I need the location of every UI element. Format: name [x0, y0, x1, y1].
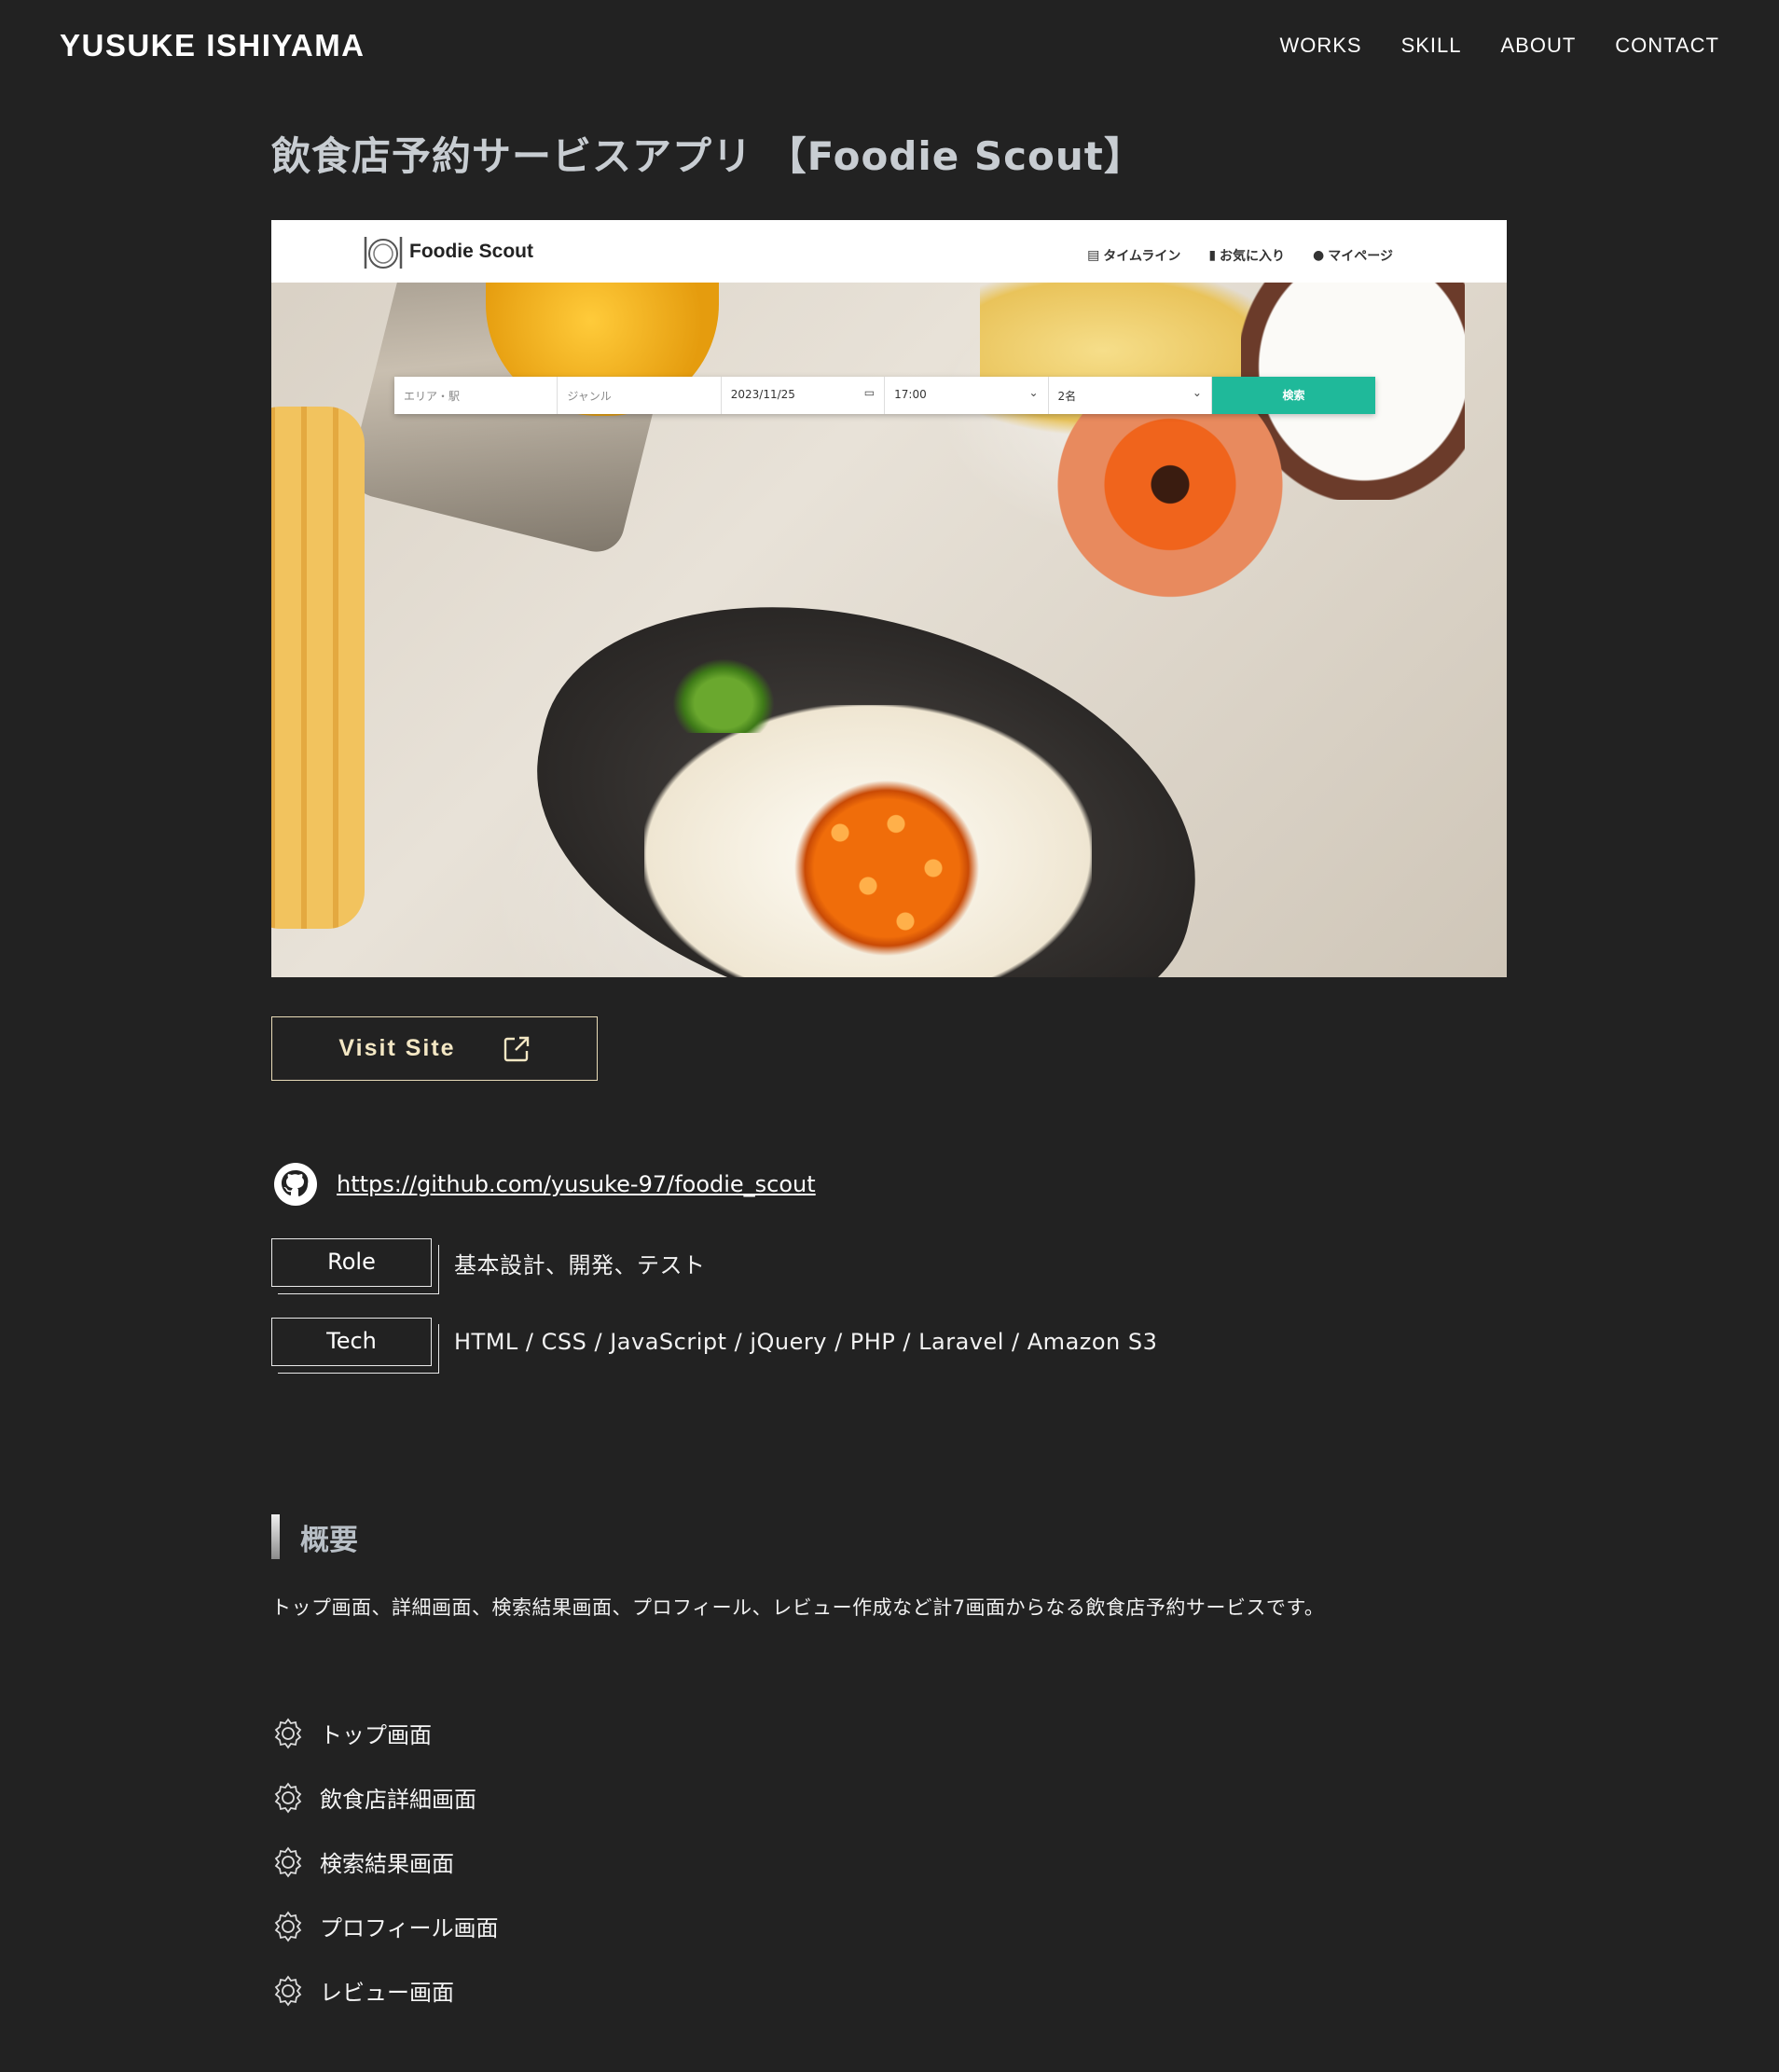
gear-icon	[274, 1975, 302, 2006]
foodie-scout-logo: Foodie Scout	[361, 233, 533, 270]
gear-icon	[274, 1782, 302, 1813]
feature-label: トップ画面	[320, 1722, 432, 1748]
salmon-roll	[1036, 388, 1316, 602]
role-row: Role 基本設計、開発、テスト	[271, 1238, 706, 1294]
tech-row: Tech HTML / CSS / JavaScript / jQuery / …	[271, 1318, 1158, 1374]
tech-value: HTML / CSS / JavaScript / jQuery / PHP /…	[454, 1329, 1158, 1355]
nav-works[interactable]: WORKS	[1279, 34, 1361, 58]
app-nav: ▤ タイムライン ▮ お気に入り ● マイページ	[1087, 246, 1393, 265]
list-item: レビュー画面	[271, 1958, 499, 2023]
nav-contact[interactable]: CONTACT	[1615, 34, 1719, 58]
app-people-field: 2名 ⌄	[1049, 377, 1212, 414]
visit-site-label: Visit Site	[338, 1035, 456, 1061]
nav-about[interactable]: ABOUT	[1501, 34, 1577, 58]
list-item: トップ画面	[271, 1701, 499, 1765]
app-search-button: 検索	[1211, 377, 1376, 414]
feature-label: プロフィール画面	[320, 1915, 499, 1941]
gear-icon	[274, 1911, 302, 1941]
chevron-down-icon: ⌄	[1192, 386, 1202, 399]
github-link[interactable]: https://github.com/yusuke-97/foodie_scou…	[337, 1171, 816, 1197]
app-search-bar: エリア・駅 ジャンル 2023/11/25 ▭ 17:00 ⌄ 2名 ⌄ 検索	[394, 377, 1376, 414]
app-header-bar: Foodie Scout ▤ タイムライン ▮ お気に入り ● マイページ	[271, 220, 1507, 283]
github-row: https://github.com/yusuke-97/foodie_scou…	[273, 1162, 816, 1207]
tamagoyaki	[271, 407, 365, 929]
app-date-field: 2023/11/25 ▭	[722, 377, 886, 414]
feature-list: トップ画面 飲食店詳細画面 検索結果画面 プロフィール画面 レビュー画面	[271, 1701, 499, 2023]
tech-tag: Tech	[271, 1318, 439, 1374]
page-title: 飲食店予約サービスアプリ 【Foodie Scout】	[271, 133, 1144, 179]
app-time-field: 17:00 ⌄	[885, 377, 1049, 414]
app-nav-mypage: ● マイページ	[1313, 246, 1393, 265]
app-area-field: エリア・駅	[394, 377, 559, 414]
visit-site-button[interactable]: Visit Site	[271, 1016, 598, 1081]
heading-bar	[271, 1514, 280, 1559]
overview-title: 概要	[300, 1523, 358, 1557]
role-tag: Role	[271, 1238, 439, 1294]
github-icon	[274, 1163, 317, 1206]
site-logo[interactable]: YUSUKE ISHIYAMA	[60, 28, 365, 63]
list-item: 検索結果画面	[271, 1830, 499, 1894]
feature-label: 飲食店詳細画面	[320, 1787, 476, 1813]
book-icon: ▤	[1087, 248, 1100, 263]
green-sprout	[672, 658, 775, 733]
user-icon: ●	[1313, 248, 1325, 263]
plate-cutlery-icon	[364, 237, 403, 269]
app-date-value: 2023/11/25	[730, 388, 795, 401]
external-link-icon	[503, 1036, 529, 1061]
app-nav-label: タイムライン	[1103, 249, 1181, 264]
app-genre-field: ジャンル	[558, 377, 722, 414]
gear-icon	[274, 1846, 302, 1877]
feature-label: レビュー画面	[320, 1980, 454, 2006]
salmon-roe	[793, 780, 980, 957]
app-nav-label: マイページ	[1328, 249, 1393, 264]
list-item: 飲食店詳細画面	[271, 1765, 499, 1830]
app-nav-favorites: ▮ お気に入り	[1208, 246, 1285, 265]
app-time-value: 17:00	[894, 388, 927, 401]
site-header: YUSUKE ISHIYAMA WORKS SKILL ABOUT CONTAC…	[0, 0, 1779, 93]
app-nav-timeline: ▤ タイムライン	[1087, 246, 1180, 265]
list-item: プロフィール画面	[271, 1894, 499, 1958]
nav-skill[interactable]: SKILL	[1401, 34, 1462, 58]
foodie-scout-name: Foodie Scout	[409, 241, 533, 262]
main-nav: WORKS SKILL ABOUT CONTACT	[1279, 34, 1719, 58]
overview-heading: 概要	[271, 1514, 358, 1559]
app-nav-label: お気に入り	[1220, 249, 1286, 264]
overview-text: トップ画面、詳細画面、検索結果画面、プロフィール、レビュー作成など計7画面からな…	[271, 1596, 1325, 1619]
app-screenshot: Foodie Scout ▤ タイムライン ▮ お気に入り ● マイページ エリア・駅…	[271, 220, 1507, 977]
calendar-icon: ▭	[863, 386, 876, 399]
bookmark-icon: ▮	[1208, 248, 1217, 263]
feature-label: 検索結果画面	[320, 1851, 454, 1877]
chevron-down-icon: ⌄	[1028, 386, 1039, 399]
app-people-value: 2名	[1057, 390, 1077, 403]
role-value: 基本設計、開発、テスト	[454, 1251, 706, 1278]
gear-icon	[274, 1718, 302, 1748]
